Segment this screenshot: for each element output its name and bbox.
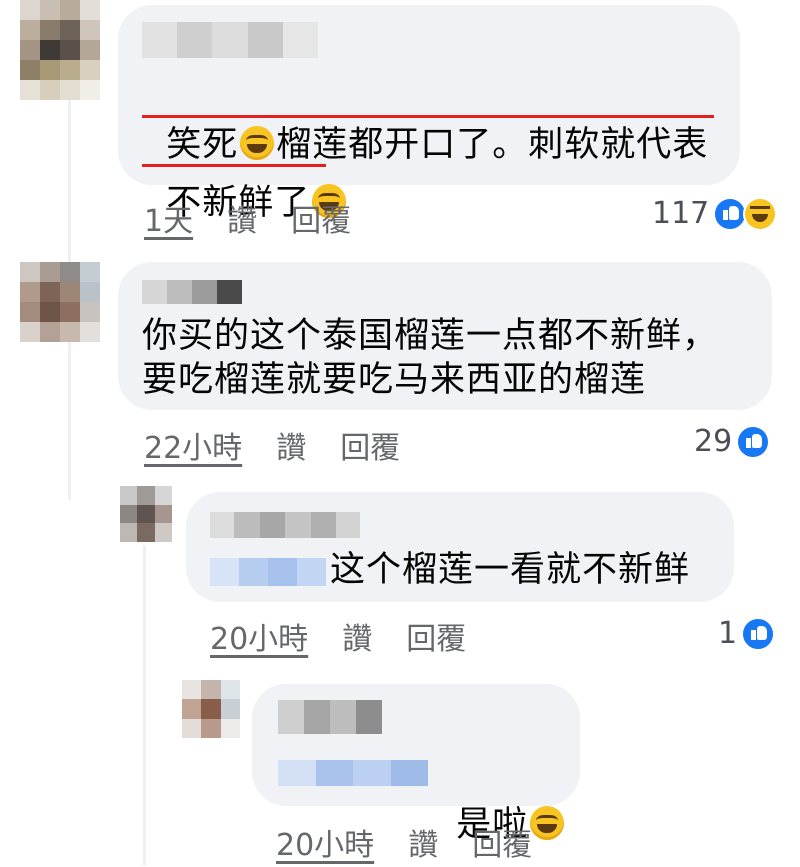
avatar[interactable]: [120, 486, 172, 542]
comment-meta: 1天 讚 回覆: [144, 196, 351, 240]
comment-text-line2: 要吃榴莲就要吃马来西亚的榴莲: [142, 360, 647, 400]
reply-text: 这个榴莲一看就不新鲜: [330, 550, 691, 590]
comment-time[interactable]: 22小時: [144, 423, 242, 467]
commenter-name[interactable]: [142, 22, 318, 58]
like-icon: [713, 196, 748, 231]
reply-button[interactable]: 回覆: [291, 196, 351, 240]
reaction-summary[interactable]: 117: [652, 196, 778, 231]
face-with-tears-of-joy-icon: [530, 806, 565, 840]
commenter-name[interactable]: [142, 280, 242, 304]
mention-tag[interactable]: [210, 558, 326, 586]
avatar[interactable]: [20, 0, 100, 100]
highlight-underline: [142, 164, 326, 167]
like-button[interactable]: 讚: [408, 820, 438, 864]
reaction-count: 1: [718, 616, 738, 651]
comment-time[interactable]: 20小時: [276, 820, 374, 864]
like-button[interactable]: 讚: [276, 423, 306, 467]
like-icon: [741, 616, 776, 651]
highlight-underline: [142, 115, 714, 118]
like-button[interactable]: 讚: [342, 614, 372, 658]
commenter-name[interactable]: [278, 700, 382, 734]
reaction-summary[interactable]: 1: [718, 616, 776, 651]
avatar[interactable]: [182, 680, 240, 738]
avatar[interactable]: [20, 262, 100, 342]
reply-button[interactable]: 回覆: [472, 820, 532, 864]
reaction-summary[interactable]: 29: [694, 424, 771, 459]
comment-time[interactable]: 1天: [144, 196, 193, 240]
comment-meta: 20小時 讚 回覆: [276, 820, 532, 864]
reaction-count: 117: [652, 196, 710, 231]
haha-icon: [743, 196, 778, 231]
comment-time[interactable]: 20小時: [210, 614, 308, 658]
comment-meta: 22小時 讚 回覆: [144, 423, 400, 467]
commenter-name[interactable]: [210, 512, 360, 538]
mention-tag[interactable]: [278, 760, 428, 786]
comment-meta: 20小時 讚 回覆: [210, 614, 466, 658]
thread-line: [143, 545, 146, 865]
like-button[interactable]: 讚: [227, 196, 257, 240]
reaction-count: 29: [694, 424, 733, 459]
like-icon: [736, 424, 771, 459]
reply-button[interactable]: 回覆: [406, 614, 466, 658]
reply-button[interactable]: 回覆: [340, 423, 400, 467]
